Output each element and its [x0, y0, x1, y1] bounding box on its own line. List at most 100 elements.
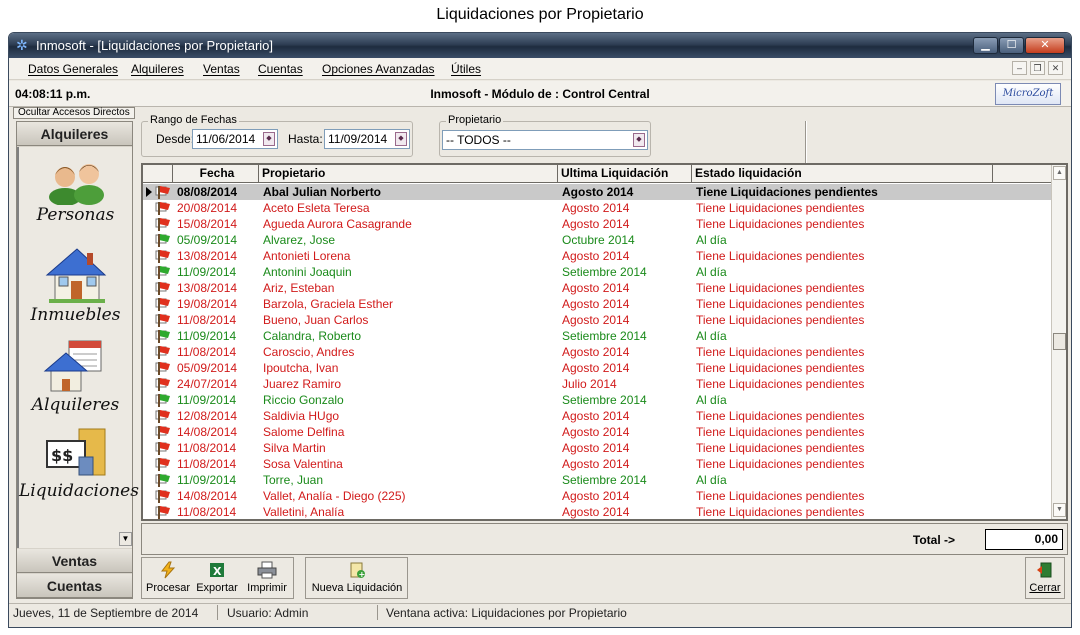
table-row[interactable]: 11/08/2014 Bueno, Juan Carlos Agosto 2014 T…	[143, 312, 1053, 328]
people-icon	[48, 164, 104, 205]
shortcut-alquileres[interactable]: Alquileres	[19, 337, 132, 415]
table-row[interactable]: 11/08/2014 Sosa Valentina Agosto 2014 Tiene…	[143, 456, 1053, 472]
shortcut-personas-label: Personas	[36, 205, 115, 225]
maximize-button[interactable]: ☐	[999, 37, 1024, 54]
header-ultima-liquidacion[interactable]: Ultima Liquidación	[558, 165, 692, 183]
settlements-table: Fecha Propietario Ultima Liquidación Est…	[141, 163, 1068, 521]
table-row[interactable]: 05/09/2014 Ipoutcha, Ivan Agosto 2014 Tiene…	[143, 360, 1053, 376]
settlement-flag-icon	[155, 314, 170, 327]
settlement-flag-icon	[155, 250, 170, 263]
owner-select[interactable]: -- TODOS -- ◆	[442, 130, 648, 150]
header-bar: 04:08:11 p.m. Inmosoft - Módulo de : Con…	[9, 81, 1071, 107]
cell-ultima: Agosto 2014	[562, 313, 630, 327]
settlement-flag-icon	[155, 282, 170, 295]
table-row[interactable]: 05/09/2014 Alvarez, Jose Octubre 2014 Al dí…	[143, 232, 1053, 248]
table-row[interactable]: 19/08/2014 Barzola, Graciela Esther Agosto…	[143, 296, 1053, 312]
settlement-flag-icon	[155, 458, 170, 471]
menu-ventas[interactable]: Ventas	[203, 62, 240, 76]
to-date-field[interactable]: 11/09/2014 ◆	[324, 129, 410, 149]
new-settlement-button[interactable]: + Nueva Liquidación	[309, 560, 405, 594]
cell-propietario: Abal Julian Norberto	[263, 185, 382, 199]
cell-ultima: Setiembre 2014	[562, 393, 647, 407]
header-fecha[interactable]: Fecha	[173, 165, 259, 183]
cell-estado: Tiene Liquidaciones pendientes	[696, 377, 865, 391]
owner-group: Propietario -- TODOS -- ◆	[439, 114, 651, 157]
process-label: Procesar	[146, 582, 191, 594]
cell-estado: Al día	[696, 265, 727, 279]
sidebar-tab-cuentas[interactable]: Cuentas	[17, 574, 132, 598]
table-row[interactable]: 14/08/2014 Salome Delfina Agosto 2014 Tiene…	[143, 424, 1053, 440]
to-date-value: 11/09/2014	[328, 132, 388, 146]
table-row[interactable]: 11/09/2014 Calandra, Roberto Setiembre 201…	[143, 328, 1053, 344]
cell-ultima: Setiembre 2014	[562, 265, 647, 279]
cell-ultima: Agosto 2014	[562, 217, 630, 231]
table-scrollbar[interactable]: ▲ ▼	[1051, 165, 1066, 519]
owner-select-spinner[interactable]: ◆	[633, 133, 645, 147]
scroll-thumb[interactable]	[1053, 333, 1066, 350]
title-bar[interactable]: ✲ Inmosoft - [Liquidaciones por Propieta…	[9, 33, 1071, 58]
cell-propietario: Antonini Joaquin	[263, 265, 352, 279]
table-row[interactable]: 15/08/2014 Agueda Aurora Casagrande Agosto…	[143, 216, 1053, 232]
process-button[interactable]: Procesar	[146, 560, 190, 594]
cell-propietario: Calandra, Roberto	[263, 329, 362, 343]
scroll-up-button[interactable]: ▲	[1053, 166, 1066, 180]
from-date-spinner[interactable]: ◆	[263, 132, 275, 146]
mdi-minimize-button[interactable]: –	[1012, 61, 1027, 75]
table-row[interactable]: 13/08/2014 Antonieti Lorena Agosto 2014 Tie…	[143, 248, 1053, 264]
svg-text:X: X	[213, 565, 222, 578]
cell-estado: Al día	[696, 329, 727, 343]
shortcut-liquidaciones[interactable]: $$ Liquidaciones	[19, 425, 139, 501]
settlement-flag-icon	[155, 506, 170, 519]
sidebar-panel: Personas Inmuebles Alquileres $$ Liquida…	[17, 147, 139, 548]
hide-shortcuts-button[interactable]: Ocultar Accesos Directos	[13, 107, 135, 119]
shortcut-inmuebles[interactable]: Inmuebles	[19, 245, 132, 325]
status-separator	[217, 605, 218, 620]
table-row[interactable]: 14/08/2014 Vallet, Analía - Diego (225) Ag…	[143, 488, 1053, 504]
table-row[interactable]: 12/08/2014 Saldivia HUgo Agosto 2014 Tiene …	[143, 408, 1053, 424]
print-button[interactable]: Imprimir	[244, 560, 290, 594]
cell-propietario: Torre, Juan	[263, 473, 324, 487]
table-row[interactable]: 11/08/2014 Silva Martin Agosto 2014 Tiene L…	[143, 440, 1053, 456]
table-row[interactable]: 11/09/2014 Torre, Juan Setiembre 2014 Al dí…	[143, 472, 1053, 488]
table-row[interactable]: 08/08/2014 Abal Julian Norberto Agosto 201…	[143, 184, 1053, 200]
table-row[interactable]: 13/08/2014 Ariz, Esteban Agosto 2014 Tiene …	[143, 280, 1053, 296]
cell-estado: Tiene Liquidaciones pendientes	[696, 297, 865, 311]
mdi-restore-button[interactable]: ❐	[1030, 61, 1045, 75]
minimize-button[interactable]: ▁	[973, 37, 998, 54]
table-row[interactable]: 11/09/2014 Antonini Joaquin Setiembre 2014…	[143, 264, 1053, 280]
table-row[interactable]: 24/07/2014 Juarez Ramiro Julio 2014 Tiene L…	[143, 376, 1053, 392]
sidebar-scroll-down[interactable]: ▼	[119, 532, 132, 546]
mdi-close-button[interactable]: ✕	[1048, 61, 1063, 75]
table-row[interactable]: 20/08/2014 Aceto Esleta Teresa Agosto 2014…	[143, 200, 1053, 216]
close-button[interactable]: Cerrar	[1028, 560, 1062, 594]
menu-utiles[interactable]: Útiles	[451, 62, 481, 76]
table-row[interactable]: 11/08/2014 Caroscio, Andres Agosto 2014 Tie…	[143, 344, 1053, 360]
cell-fecha: 13/08/2014	[177, 281, 238, 295]
cell-ultima: Agosto 2014	[562, 425, 630, 439]
menu-datos-generales[interactable]: Datos Generales	[28, 62, 118, 76]
close-group: Cerrar	[1025, 557, 1065, 599]
table-row[interactable]: 11/08/2014 Valletini, Analía Agosto 2014 Ti…	[143, 504, 1053, 519]
cell-fecha: 11/09/2014	[177, 393, 237, 407]
settlement-flag-icon	[155, 474, 170, 487]
menu-alquileres[interactable]: Alquileres	[131, 62, 184, 76]
header-propietario[interactable]: Propietario	[259, 165, 558, 183]
menu-cuentas[interactable]: Cuentas	[258, 62, 303, 76]
menu-opciones-avanzadas[interactable]: Opciones Avanzadas	[322, 62, 435, 76]
scroll-down-button[interactable]: ▼	[1053, 503, 1066, 517]
rental-icon	[43, 340, 101, 392]
close-window-button[interactable]: ✕	[1025, 37, 1065, 54]
status-date: Jueves, 11 de Septiembre de 2014	[13, 606, 199, 620]
cell-fecha: 11/09/2014	[177, 329, 237, 343]
export-button[interactable]: X Exportar	[194, 560, 240, 594]
close-label: Cerrar	[1029, 582, 1061, 594]
sidebar-tab-alquileres[interactable]: Alquileres	[17, 122, 132, 146]
sidebar-tab-ventas[interactable]: Ventas	[17, 549, 132, 573]
exit-door-icon	[1037, 562, 1052, 578]
header-estado-liquidacion[interactable]: Estado liquidación	[692, 165, 993, 183]
table-row[interactable]: 11/09/2014 Riccio Gonzalo Setiembre 2014 Al…	[143, 392, 1053, 408]
settlement-flag-icon	[155, 186, 170, 199]
to-date-spinner[interactable]: ◆	[395, 132, 407, 146]
from-date-field[interactable]: 11/06/2014 ◆	[192, 129, 278, 149]
shortcut-personas[interactable]: Personas	[19, 157, 132, 225]
